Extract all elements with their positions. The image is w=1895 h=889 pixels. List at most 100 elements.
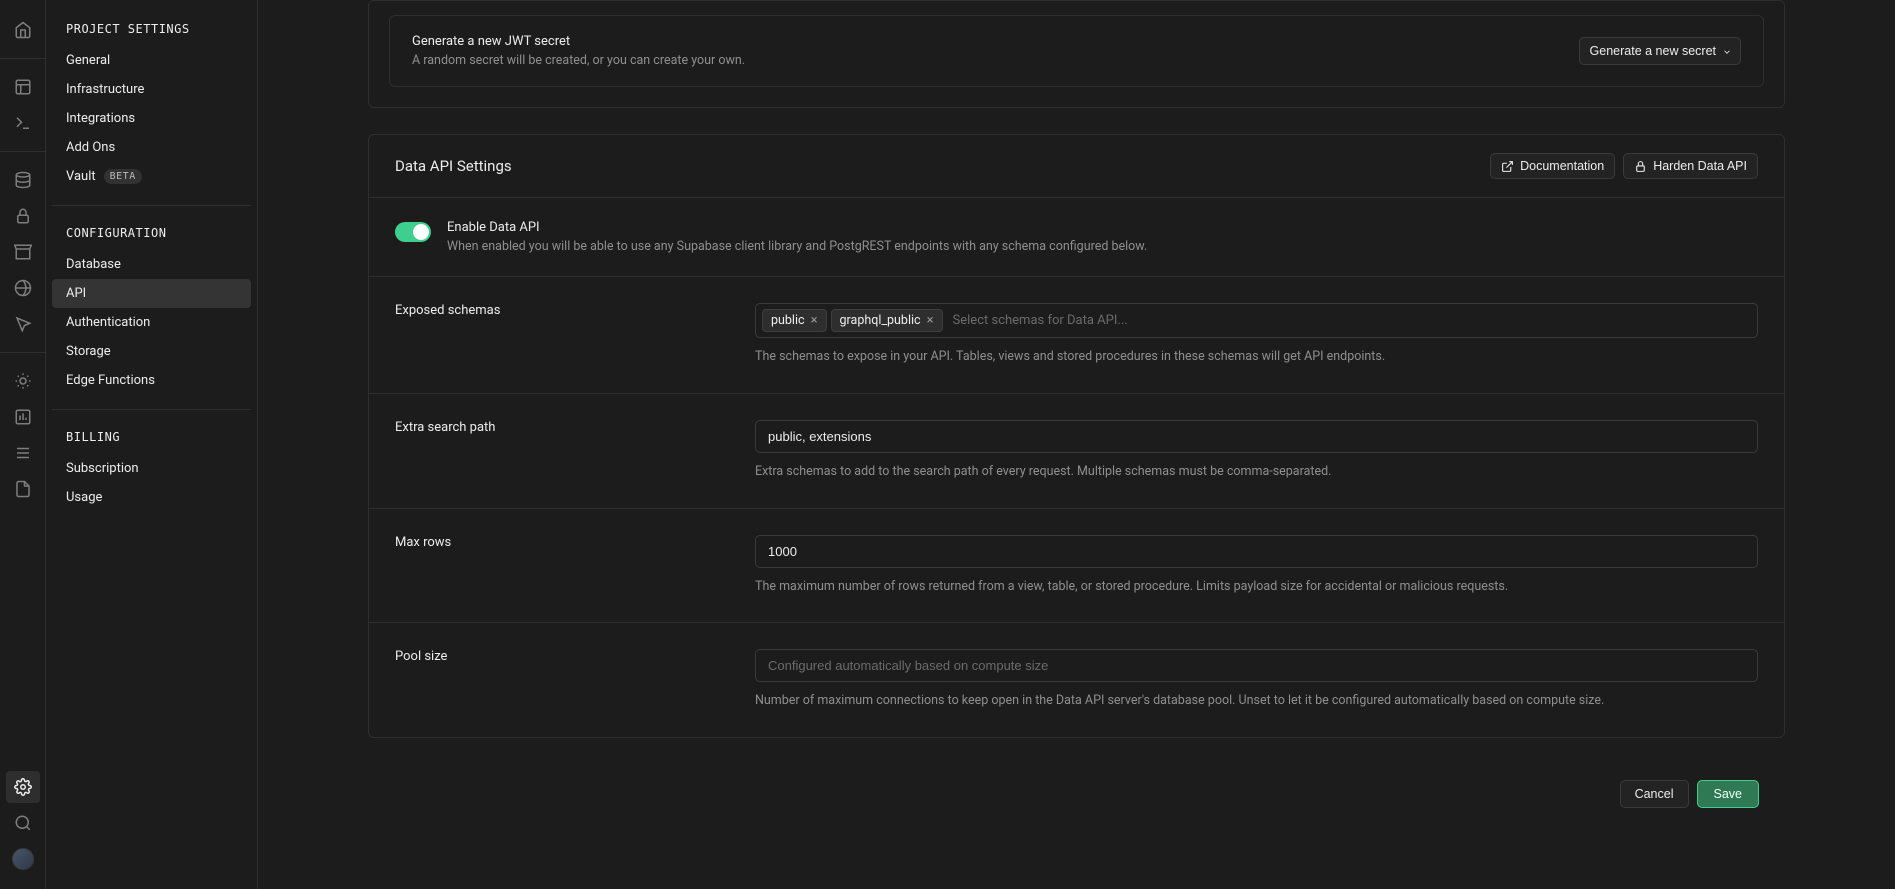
remove-tag-icon[interactable]: × [811, 314, 818, 327]
main-content: Generate a new JWT secret A random secre… [258, 0, 1895, 889]
data-api-title: Data API Settings [395, 157, 512, 175]
realtime-icon[interactable] [6, 308, 40, 340]
edge-functions-icon[interactable] [6, 272, 40, 304]
button-label: Generate a new secret [1590, 44, 1716, 58]
sidebar-item-edge-functions[interactable]: Edge Functions [52, 366, 251, 395]
sidebar-item-label: Infrastructure [66, 82, 144, 97]
max-rows-label: Max rows [395, 535, 715, 550]
api-docs-icon[interactable] [6, 473, 40, 505]
sidebar-item-integrations[interactable]: Integrations [52, 104, 251, 133]
enable-labels: Enable Data API When enabled you will be… [447, 220, 1147, 254]
sidebar-item-subscription[interactable]: Subscription [52, 454, 251, 483]
data-api-card: Data API Settings Documentation Harden D… [368, 134, 1785, 738]
exposed-schemas-label: Exposed schemas [395, 303, 715, 318]
form-label-col: Max rows [395, 535, 715, 597]
chevron-down-icon [1722, 47, 1730, 55]
generate-secret-button[interactable]: Generate a new secret [1579, 37, 1741, 65]
search-icon[interactable] [6, 807, 40, 839]
sidebar-divider [52, 409, 251, 410]
remove-tag-icon[interactable]: × [927, 314, 934, 327]
icon-rail [0, 0, 46, 889]
sidebar-item-label: Database [66, 257, 121, 272]
jwt-row: Generate a new JWT secret A random secre… [389, 15, 1764, 87]
toggle-knob [413, 224, 429, 240]
sidebar-item-add-ons[interactable]: Add Ons [52, 133, 251, 162]
sidebar-item-general[interactable]: General [52, 46, 251, 75]
harden-api-button[interactable]: Harden Data API [1623, 153, 1758, 179]
max-rows-input[interactable] [755, 535, 1758, 568]
sidebar-item-label: Add Ons [66, 140, 115, 155]
avatar-circle [12, 848, 34, 870]
sidebar-item-usage[interactable]: Usage [52, 483, 251, 512]
auth-icon[interactable] [6, 200, 40, 232]
exposed-schemas-row: Exposed schemas public × graphql_public … [369, 277, 1784, 394]
jwt-card: Generate a new JWT secret A random secre… [368, 0, 1785, 108]
header-actions: Documentation Harden Data API [1490, 153, 1758, 179]
form-input-col: Extra schemas to add to the search path … [755, 420, 1758, 482]
exposed-schemas-input[interactable]: public × graphql_public × Select schemas… [755, 303, 1758, 338]
home-icon[interactable] [6, 14, 40, 46]
extra-search-path-input[interactable] [755, 420, 1758, 453]
max-rows-row: Max rows The maximum number of rows retu… [369, 509, 1784, 624]
save-button[interactable]: Save [1697, 780, 1760, 808]
advisors-icon[interactable] [6, 365, 40, 397]
settings-icon[interactable] [6, 771, 40, 803]
logs-icon[interactable] [6, 437, 40, 469]
external-link-icon [1501, 160, 1514, 173]
pool-size-label: Pool size [395, 649, 715, 664]
form-input-col: The maximum number of rows returned from… [755, 535, 1758, 597]
button-label: Harden Data API [1653, 159, 1747, 173]
rail-group-products [0, 158, 45, 346]
rail-group-top [0, 8, 45, 52]
exposed-schemas-helper: The schemas to expose in your API. Table… [755, 348, 1758, 367]
sidebar-divider [52, 205, 251, 206]
form-footer: Cancel Save [368, 764, 1785, 808]
sidebar-item-storage[interactable]: Storage [52, 337, 251, 366]
database-icon[interactable] [6, 164, 40, 196]
jwt-texts: Generate a new JWT secret A random secre… [412, 34, 745, 68]
group-heading-billing: BILLING [52, 424, 251, 454]
schema-tag-graphql-public: graphql_public × [831, 309, 943, 332]
schema-tag-public: public × [762, 309, 827, 332]
rail-group-editors [0, 65, 45, 145]
enable-data-api-row: Enable Data API When enabled you will be… [369, 198, 1784, 277]
user-avatar[interactable] [6, 843, 40, 875]
sidebar-item-authentication[interactable]: Authentication [52, 308, 251, 337]
reports-icon[interactable] [6, 401, 40, 433]
rail-group-insights [0, 359, 45, 511]
sidebar-item-api[interactable]: API [52, 279, 251, 308]
pool-size-input[interactable] [755, 649, 1758, 682]
form-label-col: Pool size [395, 649, 715, 711]
beta-badge: BETA [104, 169, 142, 184]
group-heading-project: PROJECT SETTINGS [52, 16, 251, 46]
pool-size-helper: Number of maximum connections to keep op… [755, 692, 1758, 711]
tag-label: graphql_public [840, 313, 921, 328]
tag-label: public [771, 313, 805, 328]
sidebar-item-label: Authentication [66, 315, 150, 330]
form-input-col: Number of maximum connections to keep op… [755, 649, 1758, 711]
table-editor-icon[interactable] [6, 71, 40, 103]
rail-divider [0, 58, 45, 59]
enable-title: Enable Data API [447, 220, 1147, 235]
storage-icon[interactable] [6, 236, 40, 268]
extra-search-path-helper: Extra schemas to add to the search path … [755, 463, 1758, 482]
jwt-title: Generate a new JWT secret [412, 34, 745, 49]
sidebar-item-label: Edge Functions [66, 373, 155, 388]
cancel-button[interactable]: Cancel [1620, 780, 1689, 808]
enable-data-api-toggle[interactable] [395, 222, 431, 242]
sidebar-item-infrastructure[interactable]: Infrastructure [52, 75, 251, 104]
rail-divider [0, 352, 45, 353]
sidebar-item-database[interactable]: Database [52, 250, 251, 279]
sidebar-item-vault[interactable]: Vault BETA [52, 162, 251, 191]
jwt-desc: A random secret will be created, or you … [412, 53, 745, 68]
extra-search-path-row: Extra search path Extra schemas to add t… [369, 394, 1784, 509]
sql-editor-icon[interactable] [6, 107, 40, 139]
rail-divider [0, 151, 45, 152]
tag-placeholder: Select schemas for Data API... [947, 313, 1128, 328]
settings-sidebar: PROJECT SETTINGS General Infrastructure … [46, 0, 258, 889]
documentation-button[interactable]: Documentation [1490, 153, 1615, 179]
button-label: Documentation [1520, 159, 1604, 173]
enable-desc: When enabled you will be able to use any… [447, 239, 1147, 254]
sidebar-item-label: Vault [66, 169, 96, 184]
sidebar-item-label: Subscription [66, 461, 139, 476]
